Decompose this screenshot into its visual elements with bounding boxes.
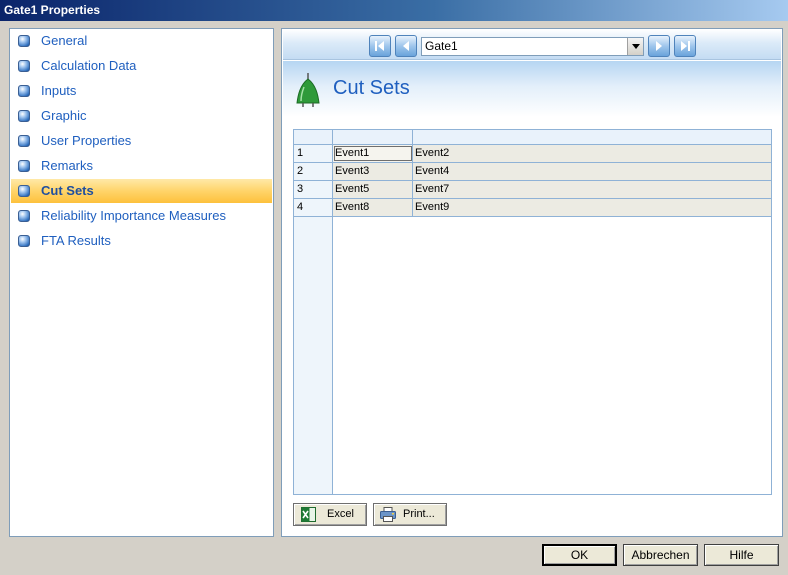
- table-row[interactable]: 1 Event1 Event2: [294, 145, 771, 163]
- next-record-icon: [656, 41, 662, 51]
- column-header-2[interactable]: [413, 130, 771, 145]
- last-record-button[interactable]: [674, 35, 696, 57]
- row-number: 2: [294, 163, 333, 180]
- bullet-icon: [18, 185, 30, 197]
- content-panel: Gate1 Cut Sets 1 Event1 Event2 2 Event3 …: [281, 28, 783, 537]
- bullet-icon: [18, 60, 30, 72]
- properties-dialog: Gate1 Properties General Calculation Dat…: [0, 0, 788, 575]
- section-title: Cut Sets: [333, 77, 410, 99]
- row-number: 4: [294, 199, 333, 216]
- table-cell[interactable]: Event9: [413, 199, 771, 216]
- bullet-icon: [18, 35, 30, 47]
- sidebar-item-inputs[interactable]: Inputs: [11, 79, 272, 103]
- record-select[interactable]: Gate1: [421, 37, 644, 56]
- help-button[interactable]: Hilfe: [704, 544, 779, 566]
- sidebar-item-label: Reliability Importance Measures: [41, 208, 226, 223]
- excel-button[interactable]: Excel: [293, 503, 367, 526]
- sidebar-item-label: Remarks: [41, 158, 94, 173]
- ok-button[interactable]: OK: [542, 544, 617, 566]
- row-number: 1: [294, 145, 333, 162]
- bullet-icon: [18, 85, 30, 97]
- table-cell[interactable]: Event2: [413, 145, 771, 162]
- cut-sets-table: 1 Event1 Event2 2 Event3 Event4 3 Event5…: [293, 129, 772, 495]
- sidebar-item-label: User Properties: [41, 133, 132, 148]
- excel-button-label: Excel: [327, 508, 354, 520]
- excel-icon: [301, 507, 316, 522]
- window-title: Gate1 Properties: [4, 3, 101, 17]
- first-record-button[interactable]: [369, 35, 391, 57]
- first-record-icon: [375, 41, 384, 51]
- sidebar-item-remarks[interactable]: Remarks: [11, 154, 272, 178]
- sidebar-item-graphic[interactable]: Graphic: [11, 104, 272, 128]
- table-cell[interactable]: Event1: [333, 145, 413, 162]
- section-header: Cut Sets: [283, 61, 781, 117]
- sidebar-item-label: FTA Results: [41, 233, 111, 248]
- previous-record-icon: [403, 41, 409, 51]
- table-header: [294, 130, 771, 145]
- last-record-icon: [681, 41, 690, 51]
- sidebar-item-calculation-data[interactable]: Calculation Data: [11, 54, 272, 78]
- cancel-button[interactable]: Abbrechen: [623, 544, 698, 566]
- table-cell[interactable]: Event5: [333, 181, 413, 198]
- sidebar-item-cut-sets[interactable]: Cut Sets: [11, 179, 272, 203]
- print-button-label: Print...: [403, 508, 435, 520]
- table-cell[interactable]: Event8: [333, 199, 413, 216]
- table-cell[interactable]: Event3: [333, 163, 413, 180]
- title-bar[interactable]: Gate1 Properties: [0, 0, 788, 21]
- sidebar-item-fta-results[interactable]: FTA Results: [11, 229, 272, 253]
- bullet-icon: [18, 110, 30, 122]
- bullet-icon: [18, 235, 30, 247]
- sidebar: General Calculation Data Inputs Graphic …: [9, 28, 274, 537]
- row-number: 3: [294, 181, 333, 198]
- sidebar-item-label: Calculation Data: [41, 58, 137, 73]
- sidebar-item-label: Cut Sets: [41, 183, 94, 198]
- sidebar-item-label: Inputs: [41, 83, 77, 98]
- bullet-icon: [18, 160, 30, 172]
- record-select-value: Gate1: [425, 39, 458, 53]
- table-row[interactable]: 3 Event5 Event7: [294, 181, 771, 199]
- next-record-button[interactable]: [648, 35, 670, 57]
- table-cell[interactable]: Event7: [413, 181, 771, 198]
- previous-record-button[interactable]: [395, 35, 417, 57]
- print-button[interactable]: Print...: [373, 503, 447, 526]
- bullet-icon: [18, 210, 30, 222]
- printer-icon: [380, 507, 396, 522]
- column-header-1[interactable]: [333, 130, 413, 145]
- bullet-icon: [18, 135, 30, 147]
- table-cell[interactable]: Event4: [413, 163, 771, 180]
- chevron-down-icon[interactable]: [627, 38, 643, 55]
- gate-icon: [296, 73, 320, 107]
- sidebar-item-label: Graphic: [41, 108, 87, 123]
- table-row[interactable]: 2 Event3 Event4: [294, 163, 771, 181]
- column-header-rownum[interactable]: [294, 130, 333, 145]
- table-row[interactable]: 4 Event8 Event9: [294, 199, 771, 217]
- sidebar-item-user-properties[interactable]: User Properties: [11, 129, 272, 153]
- sidebar-item-general[interactable]: General: [11, 29, 272, 53]
- record-navigator: Gate1: [283, 30, 781, 60]
- sidebar-item-reliability-importance-measures[interactable]: Reliability Importance Measures: [11, 204, 272, 228]
- sidebar-item-label: General: [41, 33, 88, 48]
